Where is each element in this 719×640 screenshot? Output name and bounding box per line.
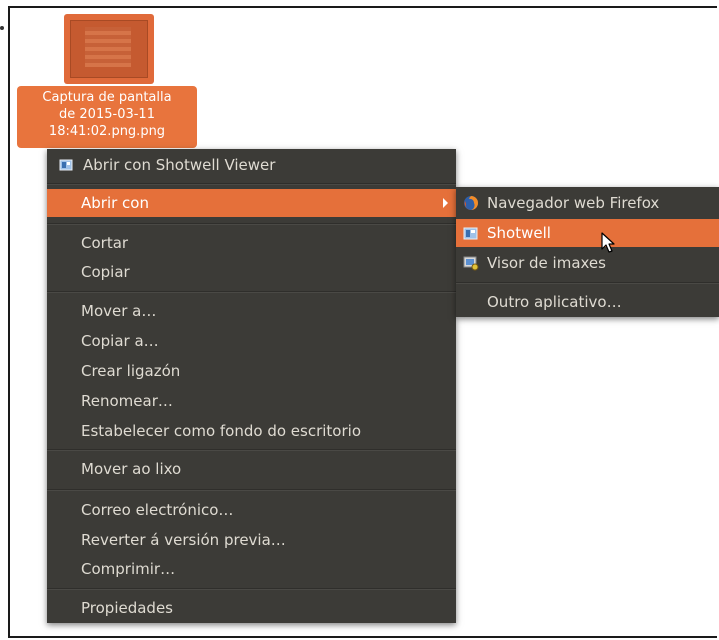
- menu-item-label: Copiar: [81, 263, 130, 281]
- menu-item-label: Abrir con Shotwell Viewer: [83, 156, 276, 174]
- menu-item-move-to-trash[interactable]: Mover ao lixo: [47, 455, 456, 483]
- menu-item-cut[interactable]: Cortar: [47, 229, 456, 257]
- menu-separator: [47, 489, 456, 491]
- menu-item-properties[interactable]: Propiedades: [47, 594, 456, 622]
- menu-item-label: Cortar: [81, 234, 129, 252]
- menu-separator: [47, 449, 456, 451]
- menu-item-copy-to[interactable]: Copiar a…: [47, 327, 456, 355]
- menu-item-rename[interactable]: Renomear…: [47, 387, 456, 415]
- menu-item-label: Copiar a…: [81, 332, 159, 350]
- menu-item-label: Mover a…: [81, 302, 157, 320]
- menu-item-compress[interactable]: Comprimir…: [47, 555, 456, 583]
- menu-separator: [47, 223, 456, 225]
- submenu-item-shotwell[interactable]: Shotwell: [456, 219, 719, 247]
- menu-item-label: Comprimir…: [81, 560, 176, 578]
- firefox-icon: [464, 196, 478, 211]
- menu-item-label: Renomear…: [81, 392, 173, 410]
- mouse-cursor-icon: [601, 232, 615, 253]
- submenu-item-firefox[interactable]: Navegador web Firefox: [456, 189, 719, 217]
- file-name-line-3: 18:41:02.png.png: [48, 124, 166, 139]
- image-viewer-icon: [463, 256, 479, 271]
- file-name-line-1: Captura de pantalla: [42, 90, 172, 105]
- file-name-line-2: de 2015-03-11: [59, 107, 155, 122]
- menu-item-open-with-shotwell-viewer[interactable]: Abrir con Shotwell Viewer: [47, 151, 456, 179]
- menu-item-label: Reverter á versión previa…: [81, 531, 286, 549]
- frame-marker: [0, 26, 4, 30]
- open-with-submenu: Navegador web Firefox Shotwell Visor de …: [456, 187, 719, 317]
- menu-item-label: Propiedades: [81, 599, 173, 617]
- menu-item-copy[interactable]: Copiar: [47, 258, 456, 286]
- submenu-item-label: Visor de imaxes: [487, 254, 606, 272]
- image-file-icon: [70, 20, 148, 78]
- submenu-item-label: Shotwell: [487, 224, 551, 242]
- menu-separator: [47, 588, 456, 590]
- submenu-item-label: Outro aplicativo…: [487, 293, 622, 311]
- shotwell-icon: [463, 227, 478, 240]
- menu-item-open-with[interactable]: Abrir con: [47, 189, 456, 217]
- submenu-arrow-icon: [443, 198, 448, 208]
- menu-item-email[interactable]: Correo electrónico…: [47, 496, 456, 524]
- context-menu: Abrir con Shotwell Viewer Abrir con Cort…: [47, 149, 456, 623]
- menu-separator: [47, 183, 456, 185]
- submenu-item-other-app[interactable]: Outro aplicativo…: [456, 288, 719, 316]
- menu-item-set-as-wallpaper[interactable]: Estabelecer como fondo do escritorio: [47, 417, 456, 445]
- menu-separator: [456, 282, 719, 284]
- menu-item-label: Mover ao lixo: [81, 460, 182, 478]
- menu-item-create-link[interactable]: Crear ligazón: [47, 357, 456, 385]
- submenu-item-image-viewer[interactable]: Visor de imaxes: [456, 249, 719, 277]
- menu-item-label: Correo electrónico…: [81, 501, 234, 519]
- menu-item-label: Estabelecer como fondo do escritorio: [81, 422, 361, 440]
- menu-item-move-to[interactable]: Mover a…: [47, 297, 456, 325]
- menu-item-label: Crear ligazón: [81, 362, 181, 380]
- menu-item-label: Abrir con: [81, 194, 149, 212]
- menu-separator: [47, 291, 456, 293]
- menu-item-revert-version[interactable]: Reverter á versión previa…: [47, 526, 456, 554]
- shotwell-icon: [59, 159, 73, 171]
- desktop-file-label[interactable]: Captura de pantalla de 2015-03-11 18:41:…: [17, 86, 197, 148]
- submenu-item-label: Navegador web Firefox: [487, 194, 660, 212]
